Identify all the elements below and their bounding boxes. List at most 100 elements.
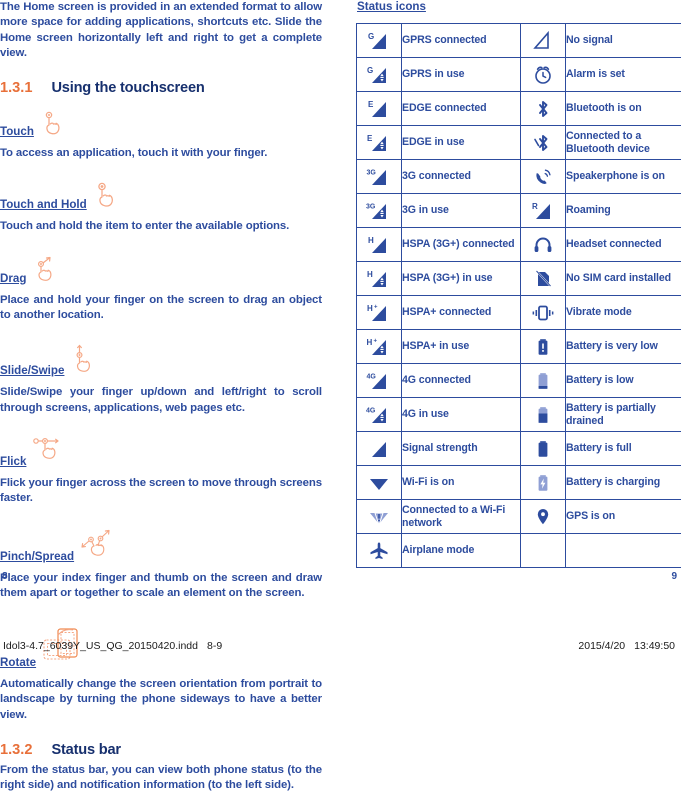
- status-bar-description: From the status bar, you can view both p…: [0, 763, 322, 794]
- gesture-description: Slide/Swipe your finger up/down and left…: [0, 385, 322, 416]
- print-date: 2015/4/20: [578, 640, 625, 652]
- section-heading-1-3-1: 1.3.1 Using the touchscreen: [0, 80, 322, 96]
- icon-label: Signal strength: [402, 432, 521, 466]
- svg-text:+: +: [374, 304, 378, 310]
- table-row: Signal strength Battery is full: [357, 432, 681, 466]
- battery-very-low-icon: [521, 330, 566, 364]
- table-row: 3G 3G in use R: [357, 194, 681, 228]
- empty-label-cell: [566, 534, 681, 568]
- svg-text:G: G: [368, 32, 374, 41]
- headset-icon: [521, 228, 566, 262]
- table-row: H + HSPA+ connected: [357, 296, 681, 330]
- svg-text:E: E: [368, 100, 374, 109]
- gesture-slide-swipe: Slide/Swipe: [0, 342, 322, 377]
- section-number: 1.3.1: [0, 80, 32, 96]
- table-row: G GPRS connected No signal: [357, 24, 681, 58]
- 3g-connected-icon: 3G: [357, 160, 402, 194]
- icon-label: GPS is on: [566, 500, 681, 534]
- page-number-right: 9: [671, 571, 677, 582]
- icon-label: HSPA+ connected: [402, 296, 521, 330]
- battery-low-icon: [521, 364, 566, 398]
- icon-label: Airplane mode: [402, 534, 521, 568]
- icon-label: Connected to a Wi-Fi network: [402, 500, 521, 534]
- gesture-description: Place your index finger and thumb on the…: [0, 571, 322, 602]
- gps-icon: [521, 500, 566, 534]
- section-number: 1.3.2: [0, 742, 32, 758]
- svg-text:H: H: [367, 270, 373, 279]
- table-row: Connected to a Wi-Fi network GPS is on: [357, 500, 681, 534]
- status-icons-table: G GPRS connected No signal: [356, 23, 681, 568]
- icon-label: GPRS in use: [402, 58, 521, 92]
- icon-label: HSPA (3G+) connected: [402, 228, 521, 262]
- icon-label: Wi-Fi is on: [402, 466, 521, 500]
- battery-full-icon: [521, 432, 566, 466]
- hspa-in-use-icon: H: [357, 262, 402, 296]
- icon-label: Speakerphone is on: [566, 160, 681, 194]
- speakerphone-icon: [521, 160, 566, 194]
- print-file-footer: Idol3-4.7_6039Y_US_QG_20150420.indd 8-9: [3, 640, 222, 652]
- section-heading-1-3-2: 1.3.2 Status bar: [0, 742, 322, 758]
- bluetooth-icon: [521, 92, 566, 126]
- table-row: H HSPA (3G+) connected: [357, 228, 681, 262]
- manual-page-spread: The Home screen is provided in an extend…: [0, 0, 681, 666]
- icon-label: Bluetooth is on: [566, 92, 681, 126]
- svg-text:4G: 4G: [366, 407, 376, 414]
- icon-label: No signal: [566, 24, 681, 58]
- right-page-column: Status icons G GPRS connected: [356, 0, 681, 568]
- left-page-column: The Home screen is provided in an extend…: [0, 0, 322, 794]
- gesture-name: Slide/Swipe: [0, 364, 64, 377]
- airplane-mode-icon: [357, 534, 402, 568]
- icon-label: No SIM card installed: [566, 262, 681, 296]
- icon-label: Battery is charging: [566, 466, 681, 500]
- signal-strength-icon: [357, 432, 402, 466]
- table-row: G GPRS in use: [357, 58, 681, 92]
- table-row: E EDGE in use: [357, 126, 681, 160]
- print-page-range: 8-9: [207, 640, 222, 652]
- gprs-connected-icon: G: [357, 24, 402, 58]
- hand-drag-icon: [32, 256, 66, 287]
- gesture-name: Drag: [0, 272, 26, 285]
- print-date-footer: 2015/4/2013:49:50: [578, 640, 675, 652]
- table-row: E EDGE connected Bluetooth is: [357, 92, 681, 126]
- icon-label: GPRS connected: [402, 24, 521, 58]
- edge-in-use-icon: E: [357, 126, 402, 160]
- svg-text:3G: 3G: [367, 169, 377, 176]
- empty-icon-cell: [521, 534, 566, 568]
- gesture-name: Pinch/Spread: [0, 550, 74, 563]
- icon-label: Battery is low: [566, 364, 681, 398]
- svg-text:H: H: [367, 304, 373, 313]
- icon-label: 3G connected: [402, 160, 521, 194]
- icon-label: Roaming: [566, 194, 681, 228]
- icon-label: HSPA (3G+) in use: [402, 262, 521, 296]
- hspa-plus-in-use-icon: H +: [357, 330, 402, 364]
- icon-label: 3G in use: [402, 194, 521, 228]
- 4g-in-use-icon: 4G: [357, 398, 402, 432]
- gesture-name: Touch: [0, 125, 34, 138]
- hspa-connected-icon: H: [357, 228, 402, 262]
- icon-label: 4G connected: [402, 364, 521, 398]
- icon-label: Battery is very low: [566, 330, 681, 364]
- icon-label: Vibrate mode: [566, 296, 681, 330]
- print-file-name: Idol3-4.7_6039Y_US_QG_20150420.indd: [3, 640, 198, 652]
- svg-text:G: G: [367, 66, 373, 75]
- table-row: Wi-Fi is on Battery is charging: [357, 466, 681, 500]
- icon-label: EDGE in use: [402, 126, 521, 160]
- hand-pinch-spread-icon: [80, 528, 122, 565]
- table-row: 4G 4G in use: [357, 398, 681, 432]
- hand-touch-hold-icon: [93, 182, 123, 213]
- icon-label: HSPA+ in use: [402, 330, 521, 364]
- gesture-description: Touch and hold the item to enter the ava…: [0, 219, 322, 234]
- icon-label: Connected to a Bluetooth device: [566, 126, 681, 160]
- section-title: Status bar: [51, 742, 120, 758]
- battery-partial-icon: [521, 398, 566, 432]
- gesture-description: Automatically change the screen orientat…: [0, 677, 322, 723]
- 4g-connected-icon: 4G: [357, 364, 402, 398]
- svg-text:R: R: [532, 202, 538, 211]
- svg-text:H: H: [368, 236, 374, 245]
- icon-label: Alarm is set: [566, 58, 681, 92]
- table-row: Airplane mode: [357, 534, 681, 568]
- page-number-left: 8: [2, 571, 8, 582]
- gprs-in-use-icon: G: [357, 58, 402, 92]
- roaming-icon: R: [521, 194, 566, 228]
- battery-charging-icon: [521, 466, 566, 500]
